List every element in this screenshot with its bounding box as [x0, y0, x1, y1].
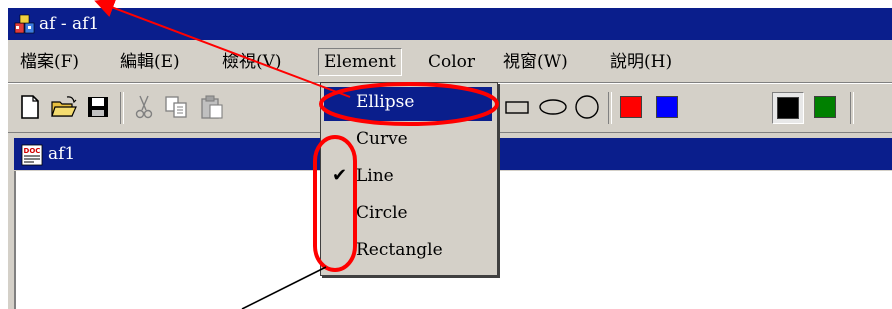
- new-file-icon[interactable]: [18, 94, 42, 120]
- circle-tool-icon[interactable]: [574, 94, 600, 120]
- doc-icon-text: DOC: [24, 147, 41, 155]
- outer-frame-left: [0, 0, 8, 309]
- menu-help[interactable]: 說明(H): [610, 50, 672, 74]
- red-color-swatch[interactable]: [620, 96, 642, 118]
- blue-color-swatch[interactable]: [656, 96, 678, 118]
- cut-icon[interactable]: [132, 94, 156, 120]
- menu-item-line[interactable]: ✔ Line: [324, 161, 492, 195]
- element-dropdown-menu: Ellipse Curve ✔ Line Circle Rectangle: [320, 82, 498, 276]
- menu-item-ellipse[interactable]: Ellipse: [324, 87, 492, 121]
- menu-element[interactable]: Element: [318, 48, 402, 76]
- toolbar-separator: [850, 92, 854, 124]
- menu-item-circle[interactable]: Circle: [324, 198, 492, 232]
- menu-item-label: Line: [356, 166, 394, 186]
- rectangle-tool-icon[interactable]: [504, 99, 530, 115]
- black-color-swatch: [777, 97, 799, 119]
- save-disk-icon[interactable]: [86, 95, 110, 119]
- toolbar-separator: [608, 92, 612, 124]
- menu-bar: 檔案(F) 編輯(E) 檢視(V) Element Color 視窗(W) 說明…: [8, 40, 892, 83]
- screenshot-stage: af - af1 檔案(F) 編輯(E) 檢視(V) Element Color…: [0, 0, 892, 309]
- menu-view[interactable]: 檢視(V): [222, 50, 282, 74]
- menu-item-label: Curve: [356, 129, 408, 149]
- menu-item-label: Rectangle: [356, 240, 443, 260]
- ellipse-tool-icon[interactable]: [538, 98, 568, 116]
- child-window-title: af1: [48, 144, 76, 164]
- window-title: af - af1: [39, 14, 100, 34]
- outer-frame-top: [0, 0, 892, 8]
- open-folder-icon[interactable]: [50, 94, 78, 120]
- menu-color[interactable]: Color: [428, 50, 475, 74]
- green-color-swatch[interactable]: [814, 96, 836, 118]
- menu-item-rectangle[interactable]: Rectangle: [324, 235, 492, 269]
- app-titlebar[interactable]: af - af1: [8, 8, 892, 40]
- menu-file[interactable]: 檔案(F): [20, 50, 79, 74]
- paste-icon[interactable]: [200, 94, 224, 120]
- app-icon: [14, 14, 35, 34]
- checkmark-icon: ✔: [332, 165, 348, 186]
- copy-icon[interactable]: [164, 94, 190, 120]
- menu-item-label: Ellipse: [356, 92, 415, 112]
- toolbar-separator: [120, 92, 124, 124]
- menu-window[interactable]: 視窗(W): [503, 50, 568, 74]
- menu-item-curve[interactable]: Curve: [324, 124, 492, 158]
- menu-edit[interactable]: 編輯(E): [120, 50, 180, 74]
- doc-icon: DOC: [21, 144, 43, 166]
- menu-item-label: Circle: [356, 203, 408, 223]
- black-color-button-pressed[interactable]: [772, 92, 804, 124]
